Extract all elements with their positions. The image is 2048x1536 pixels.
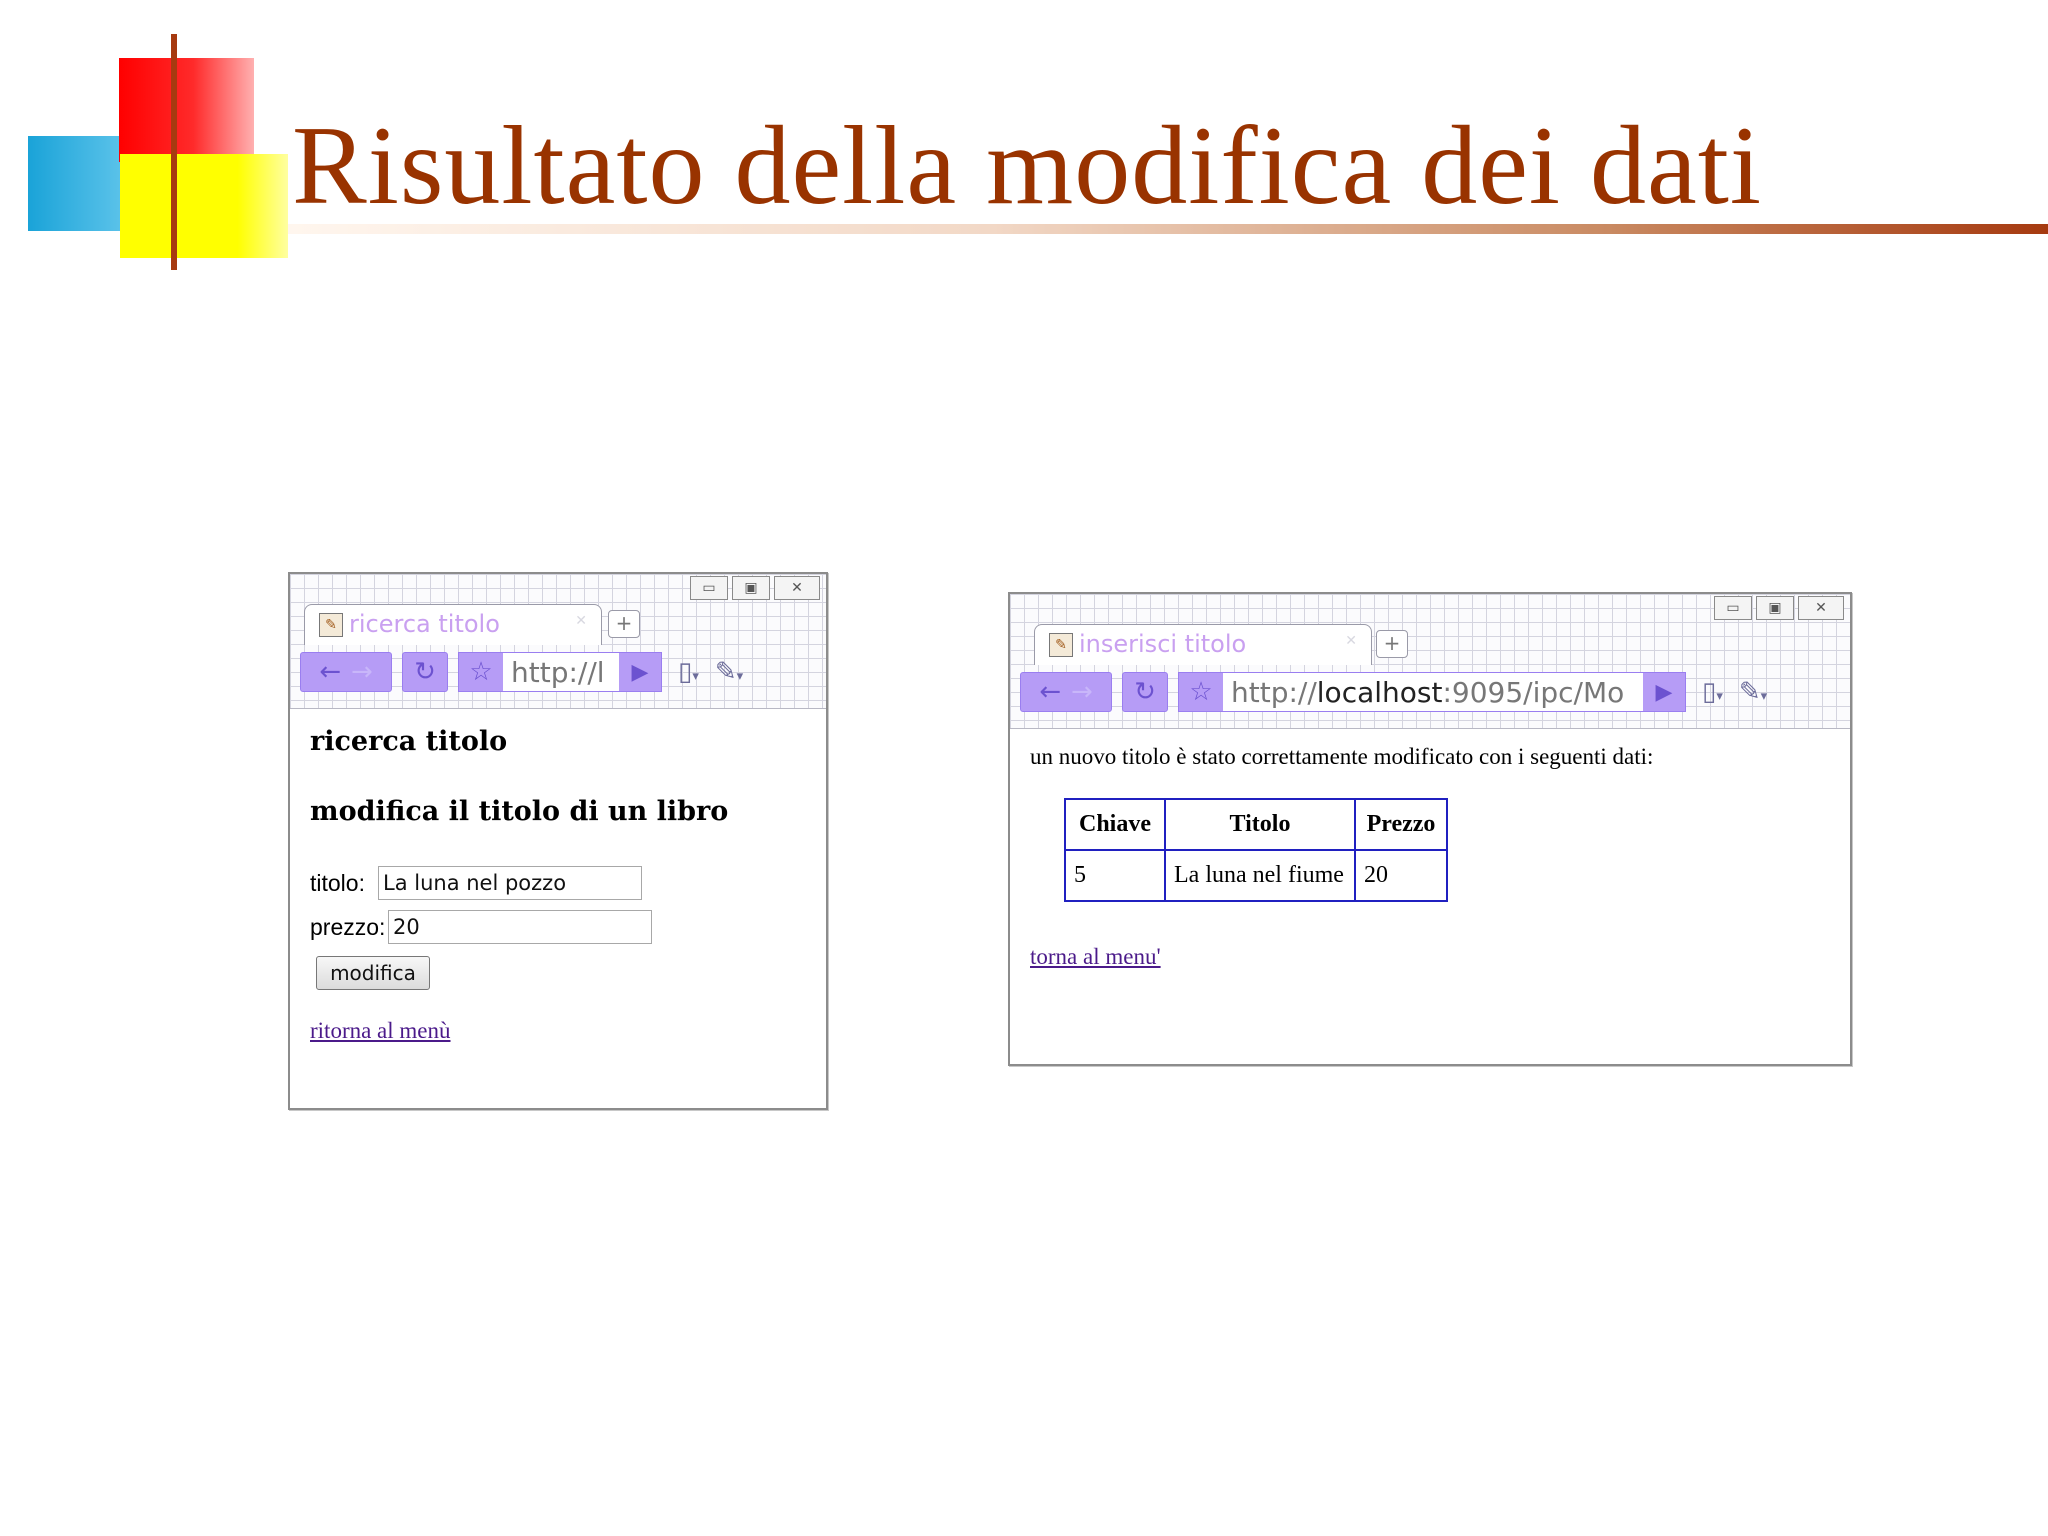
cell-titolo: La luna nel fiume — [1164, 849, 1356, 902]
titolo-label: titolo: — [310, 870, 365, 896]
page-content: ricerca titolo modifica il titolo di un … — [290, 708, 826, 1108]
prezzo-input[interactable]: 20 — [388, 910, 652, 944]
modifica-button[interactable]: modifica — [316, 956, 430, 990]
reload-icon[interactable]: ↻ — [1122, 672, 1168, 712]
maximize-icon[interactable]: ▣ — [732, 576, 770, 600]
tab-title: inserisci titolo — [1079, 630, 1247, 658]
browser-tab[interactable]: ✎ inserisci titolo ✕ — [1034, 624, 1372, 665]
back-forward-group: ← → — [1020, 672, 1112, 712]
wrench-menu-icon[interactable]: ✎▾ — [1739, 677, 1767, 707]
browser-chrome: ▭ ▣ ✕ ✎ inserisci titolo ✕ + ← → ↻ ☆ htt… — [1010, 594, 1850, 729]
result-table: Chiave Titolo Prezzo 5 La luna nel fiume… — [1064, 798, 1448, 902]
close-icon[interactable]: ✕ — [774, 576, 820, 600]
address-path: :9095/ipc/Mo — [1442, 675, 1625, 709]
tab-close-icon[interactable]: ✕ — [1345, 633, 1357, 649]
browser-window-ricerca: ▭ ▣ ✕ ✎ ricerca titolo ✕ + ← → ↻ ☆ http:… — [288, 572, 828, 1110]
forward-icon[interactable]: → — [1071, 677, 1093, 707]
bookmark-star-icon[interactable]: ☆ — [459, 653, 503, 691]
window-controls: ▭ ▣ ✕ — [1714, 596, 1844, 620]
go-icon[interactable]: ▶ — [619, 653, 661, 691]
page-subheading: modifica il titolo di un libro — [310, 796, 729, 827]
prezzo-label: prezzo: — [310, 914, 386, 940]
address-host: localhost — [1316, 675, 1443, 709]
column-header-prezzo: Prezzo — [1354, 798, 1448, 851]
go-icon[interactable]: ▶ — [1643, 673, 1685, 711]
maximize-icon[interactable]: ▣ — [1756, 596, 1794, 620]
column-header-titolo: Titolo — [1164, 798, 1356, 851]
window-controls: ▭ ▣ ✕ — [690, 576, 820, 600]
address-bar[interactable]: ☆ http://localhost:9095/ipc/Mo ▶ — [1178, 672, 1686, 712]
titolo-input[interactable]: La luna nel pozzo — [378, 866, 642, 900]
table-row: 5 La luna nel fiume 20 — [1064, 849, 1448, 902]
address-bar[interactable]: ☆ http://l ▶ — [458, 652, 662, 692]
forward-icon[interactable]: → — [351, 657, 373, 687]
slide-title: Risultato della modifica dei dati — [292, 104, 1762, 228]
address-url: http://l — [511, 655, 605, 689]
page-content: un nuovo titolo è stato correttamente mo… — [1010, 728, 1850, 1064]
browser-chrome: ▭ ▣ ✕ ✎ ricerca titolo ✕ + ← → ↻ ☆ http:… — [290, 574, 826, 709]
cell-chiave: 5 — [1064, 849, 1166, 902]
new-tab-icon[interactable]: + — [1376, 630, 1408, 658]
browser-window-risultato: ▭ ▣ ✕ ✎ inserisci titolo ✕ + ← → ↻ ☆ htt… — [1008, 592, 1852, 1066]
reload-icon[interactable]: ↻ — [402, 652, 448, 692]
address-url: http://localhost:9095/ipc/Mo — [1223, 676, 1643, 709]
decor-yellow-square — [120, 154, 288, 258]
close-icon[interactable]: ✕ — [1798, 596, 1844, 620]
back-icon[interactable]: ← — [319, 657, 341, 687]
tab-close-icon[interactable]: ✕ — [575, 613, 587, 629]
wrench-menu-icon[interactable]: ✎▾ — [715, 657, 743, 687]
new-tab-icon[interactable]: + — [608, 610, 640, 638]
menu-link[interactable]: torna al menu' — [1030, 944, 1161, 970]
menu-link[interactable]: ritorna al menù — [310, 1018, 451, 1044]
cell-prezzo: 20 — [1354, 849, 1448, 902]
decor-vertical-line — [171, 34, 177, 270]
page-heading: ricerca titolo — [310, 726, 508, 757]
decor-red-square — [119, 58, 254, 162]
browser-tab[interactable]: ✎ ricerca titolo ✕ — [304, 604, 602, 645]
page-favicon-icon: ✎ — [319, 613, 343, 637]
column-header-chiave: Chiave — [1064, 798, 1166, 851]
back-icon[interactable]: ← — [1039, 677, 1061, 707]
back-forward-group: ← → — [300, 652, 392, 692]
tab-title: ricerca titolo — [349, 610, 500, 638]
address-scheme: http:// — [1231, 675, 1317, 709]
browser-toolbar: ← → ↻ ☆ http://l ▶ ▯▾ ✎▾ — [300, 652, 816, 692]
browser-toolbar: ← → ↻ ☆ http://localhost:9095/ipc/Mo ▶ ▯… — [1020, 672, 1840, 712]
minimize-icon[interactable]: ▭ — [1714, 596, 1752, 620]
page-menu-icon[interactable]: ▯▾ — [1702, 677, 1723, 707]
result-message: un nuovo titolo è stato correttamente mo… — [1030, 744, 1654, 769]
page-favicon-icon: ✎ — [1049, 633, 1073, 657]
minimize-icon[interactable]: ▭ — [690, 576, 728, 600]
bookmark-star-icon[interactable]: ☆ — [1179, 673, 1223, 711]
table-header-row: Chiave Titolo Prezzo — [1064, 798, 1448, 851]
page-menu-icon[interactable]: ▯▾ — [678, 657, 699, 687]
